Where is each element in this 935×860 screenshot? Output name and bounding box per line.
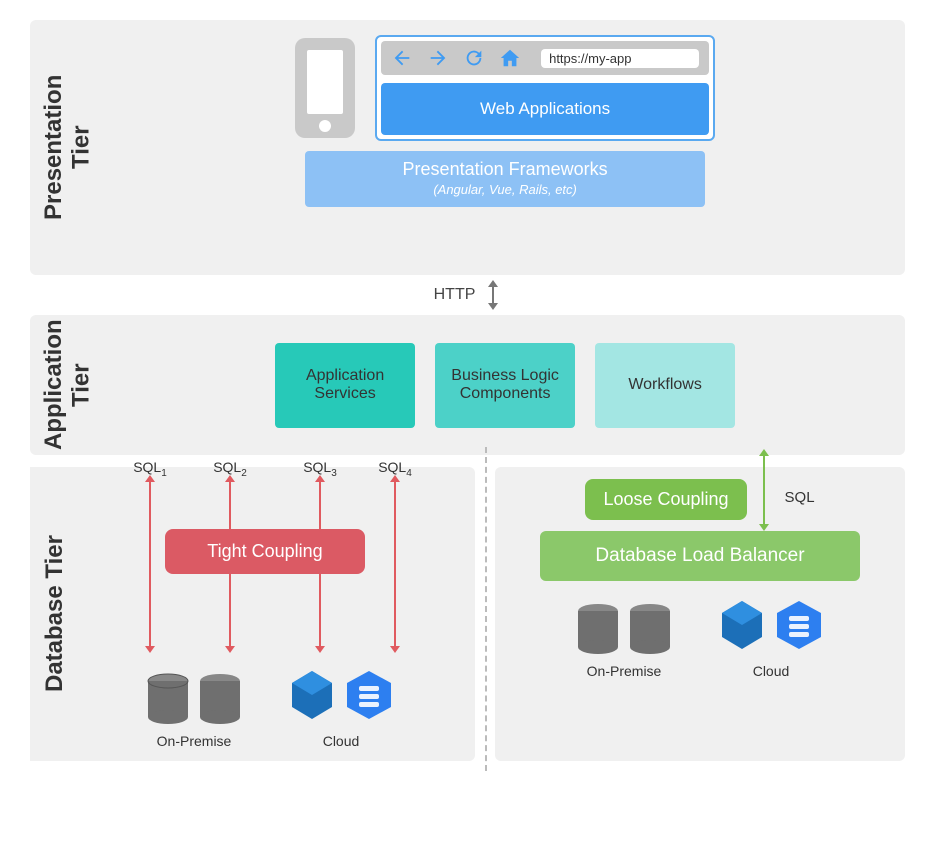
presentation-tier-content: https://my-app Web Applications Presenta… [105,20,905,275]
cloud-db-hex-icon [344,669,394,721]
sql4-arrow-icon [394,481,396,647]
application-boxes: Application Services Business Logic Comp… [125,330,885,440]
browser-toolbar: https://my-app [381,41,709,75]
tight-coupling-box: Tight Coupling [165,529,365,574]
presentation-row: https://my-app Web Applications [295,35,715,141]
url-bar: https://my-app [541,49,699,68]
presentation-tier-label: Presentation Tier [30,20,105,275]
sql-right-arrow-col [763,473,765,525]
database-tier-right: Loose Coupling SQL Database Load Balance… [495,467,905,761]
back-icon [391,47,413,69]
cloud-group-left: Cloud [288,669,394,749]
cloud-db-hex-icon [774,599,824,651]
database-cylinder-icon [198,673,242,721]
presentation-frameworks-title: Presentation Frameworks [315,159,695,180]
web-applications-box: Web Applications [381,83,709,135]
database-tier-label: Database Tier [30,467,80,761]
cloud-label-right: Cloud [753,663,790,679]
application-tier-label: Application Tier [30,315,105,455]
onprem-group-right: On-Premise [576,603,672,679]
sql-arrows-area: SQL1 SQL2 SQL3 SQL4 Tight Coupling [80,477,460,667]
loose-coupling-row: Loose Coupling SQL [510,473,890,525]
onprem-label-right: On-Premise [587,663,662,679]
database-cylinder-icon [628,603,672,651]
workflows-box: Workflows [595,343,735,428]
database-cylinder-icon [146,673,190,721]
onprem-label: On-Premise [157,733,232,749]
application-tier-content: Application Services Business Logic Comp… [105,315,905,455]
sql-right-label: SQL [785,489,815,506]
phone-icon [295,38,355,138]
loose-coupling-box: Loose Coupling [585,479,746,520]
http-connector: HTTP [30,275,905,315]
coupling-divider [485,447,487,771]
presentation-frameworks-box: Presentation Frameworks (Angular, Vue, R… [305,151,705,207]
application-services-box: Application Services [275,343,415,428]
cloud-label: Cloud [323,733,360,749]
application-tier: Application Tier Application Services Bu… [30,315,905,455]
database-tier-left: Database Tier SQL1 SQL2 SQL3 SQL4 [30,467,475,761]
cloud-db-icon [288,669,336,721]
right-db-icons: On-Premise Cloud [510,599,890,679]
onprem-group-left: On-Premise [146,673,242,749]
forward-icon [427,47,449,69]
database-tier-row: Database Tier SQL1 SQL2 SQL3 SQL4 [30,467,905,761]
database-load-balancer-box: Database Load Balancer [540,531,860,581]
sql-right-arrow-icon [763,455,765,525]
browser-window: https://my-app Web Applications [375,35,715,141]
home-icon [499,47,521,69]
http-label: HTTP [434,286,476,304]
reload-icon [463,47,485,69]
database-cylinder-icon [576,603,620,651]
sql1-arrow-icon [149,481,151,647]
tight-coupling-panel: SQL1 SQL2 SQL3 SQL4 Tight Coupling [80,467,475,761]
business-logic-box: Business Logic Components [435,343,575,428]
presentation-frameworks-subtitle: (Angular, Vue, Rails, etc) [315,182,695,197]
left-db-icons: On-Premise Cloud [80,669,460,749]
cloud-group-right: Cloud [718,599,824,679]
presentation-tier: Presentation Tier h [30,20,905,275]
http-arrow-icon [485,280,501,310]
cloud-db-icon [718,599,766,651]
